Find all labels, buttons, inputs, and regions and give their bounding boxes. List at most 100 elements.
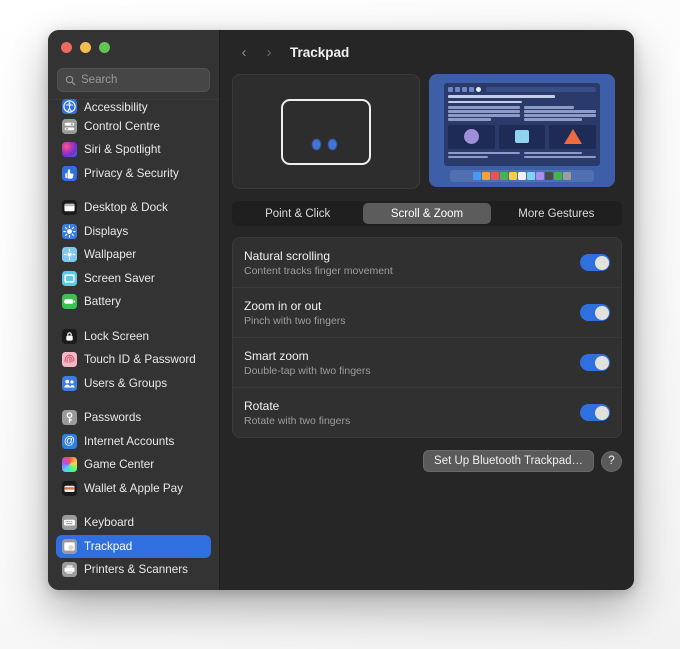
content-column — [448, 151, 520, 159]
shape-tile — [448, 124, 495, 149]
shape-tile — [498, 124, 546, 149]
battery-icon — [62, 294, 77, 309]
close-button[interactable] — [61, 41, 72, 53]
tab-scroll-and-zoom[interactable]: Scroll & Zoom — [363, 203, 491, 224]
toggle-natural-scrolling[interactable] — [580, 254, 610, 271]
setting-row-smart-zoom: Smart zoom Double-tap with two fingers — [233, 338, 621, 388]
sidebar-item-label: Displays — [84, 224, 129, 238]
dock-icon — [545, 172, 553, 180]
row-texts: Smart zoom Double-tap with two fingers — [244, 349, 580, 377]
browser-tab — [455, 87, 460, 92]
finger-dot — [328, 138, 337, 150]
chevron-left-icon[interactable]: ‹ — [233, 41, 255, 63]
trackpad-outline — [281, 98, 371, 165]
content-column — [524, 106, 596, 121]
sidebar-item-label: Printers & Scanners — [84, 563, 188, 576]
sidebar-item-internet-accounts[interactable]: @ Internet Accounts — [56, 430, 211, 453]
help-button[interactable]: ? — [601, 450, 622, 472]
shape-tile — [549, 124, 597, 149]
chevron-right-icon[interactable]: › — [258, 41, 280, 63]
toggle-zoom-in-or-out[interactable] — [580, 304, 610, 321]
sidebar-item-control-centre[interactable]: Control Centre — [56, 115, 211, 138]
browser-tab — [469, 87, 474, 92]
sidebar-item-label: Desktop & Dock — [84, 201, 168, 214]
tab-more-gestures[interactable]: More Gestures — [493, 203, 620, 224]
users-groups-icon — [62, 375, 77, 391]
content-column — [448, 106, 520, 121]
setup-bluetooth-trackpad-button[interactable]: Set Up Bluetooth Trackpad… — [423, 450, 594, 472]
sidebar-divider — [56, 314, 211, 325]
sidebar-item-label: Keyboard — [84, 516, 135, 529]
sidebar-item-trackpad[interactable]: Trackpad — [56, 534, 211, 558]
sidebar-item-displays[interactable]: Displays — [56, 220, 211, 243]
setting-subtitle: Pinch with two fingers — [244, 314, 346, 327]
sidebar-item-siri-spotlight[interactable]: Siri & Spotlight — [56, 138, 211, 161]
segmented-tabs[interactable]: Point & Click Scroll & Zoom More Gesture… — [232, 201, 622, 226]
content-line — [448, 100, 522, 103]
screen-saver-icon — [62, 270, 77, 286]
tab-point-and-click[interactable]: Point & Click — [234, 203, 361, 224]
sidebar-item-battery[interactable]: Battery — [56, 290, 211, 313]
sidebar-item-label: Wallet & Apple Pay — [84, 481, 183, 495]
setting-row-zoom-in-or-out: Zoom in or out Pinch with two fingers — [233, 288, 621, 338]
sidebar-item-users-groups[interactable]: Users & Groups — [56, 372, 211, 395]
printers-icon — [62, 562, 77, 577]
system-settings-window: Search Accessibility Control Centre Siri… — [48, 30, 634, 590]
content-line — [448, 95, 555, 98]
internet-accounts-icon: @ — [62, 433, 77, 449]
main-content: ‹ › Trackpad Point & Click Scroll & Zoom… — [220, 30, 634, 590]
minimize-button[interactable] — [80, 41, 91, 53]
row-texts: Rotate Rotate with two fingers — [244, 399, 580, 427]
game-center-icon — [62, 457, 77, 472]
setting-subtitle: Double-tap with two fingers — [244, 364, 371, 377]
desktop-dock-icon — [62, 200, 77, 215]
setting-title: Rotate — [244, 398, 280, 413]
sidebar-item-touch-id[interactable]: Touch ID & Password — [56, 348, 211, 371]
sidebar-item-screen-saver[interactable]: Screen Saver — [56, 267, 211, 290]
sidebar-divider — [56, 395, 211, 406]
sidebar-item-label: Battery — [84, 295, 122, 308]
toggle-rotate[interactable] — [580, 404, 610, 421]
displays-icon — [62, 223, 77, 239]
dock-icon — [491, 172, 499, 180]
setting-title: Smart zoom — [244, 348, 309, 363]
sidebar-item-lock-screen[interactable]: Lock Screen — [56, 325, 211, 348]
search-icon — [65, 75, 76, 85]
wallet-icon — [62, 480, 77, 496]
setting-row-natural-scrolling: Natural scrolling Content tracks finger … — [233, 238, 621, 288]
dock-icon — [536, 172, 544, 180]
sidebar-item-label: Siri & Spotlight — [84, 143, 161, 156]
sidebar-item-label: Privacy & Security — [84, 166, 179, 180]
accessibility-icon — [62, 99, 77, 114]
zoom-button[interactable] — [99, 41, 110, 53]
scroll-zoom-animation-preview — [429, 74, 615, 187]
sidebar-item-accessibility[interactable]: Accessibility — [56, 99, 211, 114]
footer-actions: Set Up Bluetooth Trackpad… ? — [232, 450, 622, 472]
search-field[interactable]: Search — [57, 68, 210, 92]
trackpad-icon — [62, 538, 77, 554]
sidebar-item-wallet[interactable]: Wallet & Apple Pay — [56, 477, 211, 500]
toggle-knob — [594, 255, 609, 270]
sidebar-item-game-center[interactable]: Game Center — [56, 453, 211, 476]
sidebar-list[interactable]: Accessibility Control Centre Siri & Spot… — [48, 99, 219, 590]
sidebar-item-keyboard[interactable]: Keyboard — [56, 511, 211, 534]
sidebar-item-wallpaper[interactable]: Wallpaper — [56, 243, 211, 266]
sidebar-item-desktop-dock[interactable]: Desktop & Dock — [56, 196, 211, 219]
dock-icon — [563, 172, 571, 180]
dock-icon — [473, 172, 481, 180]
dock-mockup — [450, 170, 594, 182]
sidebar-item-label: Passwords — [84, 411, 142, 424]
browser-tab — [448, 87, 453, 92]
sidebar-item-privacy-security[interactable]: Privacy & Security — [56, 162, 211, 185]
toggle-smart-zoom[interactable] — [580, 354, 610, 371]
search-container: Search — [48, 64, 219, 99]
keyboard-icon — [62, 515, 77, 530]
shape-row — [448, 124, 597, 149]
sidebar-item-printers-scanners[interactable]: Printers & Scanners — [56, 558, 211, 581]
sidebar-item-label: Trackpad — [84, 539, 133, 553]
dock-icon — [500, 172, 508, 180]
browser-address-bar — [486, 87, 596, 92]
dock-icon — [527, 172, 535, 180]
sidebar-item-passwords[interactable]: Passwords — [56, 406, 211, 429]
toggle-knob — [594, 355, 609, 370]
